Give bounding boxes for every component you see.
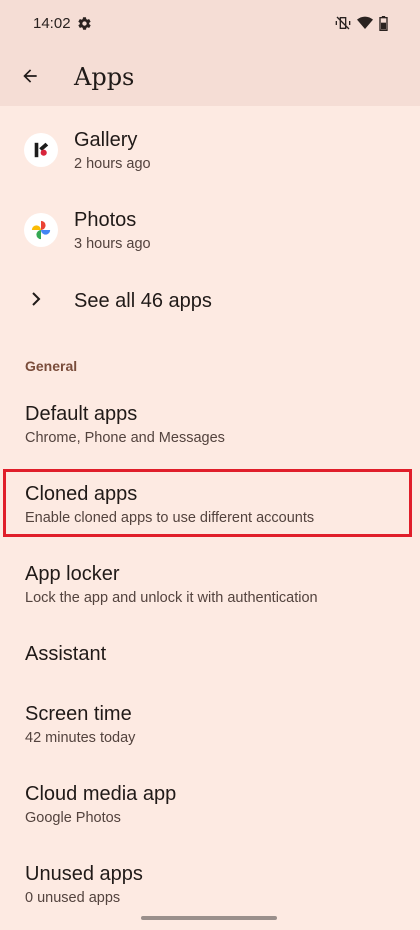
item-subtitle: Chrome, Phone and Messages (25, 430, 225, 446)
wifi-icon (357, 16, 373, 30)
app-bar: Apps (0, 48, 420, 106)
item-title: Screen time (25, 703, 132, 725)
status-time: 14:02 (33, 15, 71, 32)
item-title: App locker (25, 563, 120, 585)
app-name: Gallery (74, 129, 138, 151)
see-all-apps[interactable]: See all 46 apps (0, 278, 420, 324)
battery-icon (379, 15, 388, 31)
highlight-box (3, 469, 412, 537)
see-all-label: See all 46 apps (74, 290, 212, 312)
arrow-back-icon (23, 69, 37, 83)
app-name: Photos (74, 209, 137, 231)
item-title: Cloud media app (25, 783, 177, 805)
status-bar: 14:02 (0, 0, 420, 48)
recent-app-photos[interactable]: Photos 3 hours ago (0, 200, 420, 262)
unused-apps-item[interactable]: Unused apps 0 unused apps (0, 852, 420, 918)
item-subtitle: 42 minutes today (25, 730, 136, 746)
item-subtitle: Lock the app and unlock it with authenti… (25, 590, 318, 606)
chevron-right-icon (30, 291, 42, 312)
page-title: Apps (74, 63, 135, 91)
gallery-icon (24, 133, 58, 167)
recent-app-gallery[interactable]: Gallery 2 hours ago (0, 120, 420, 182)
app-last-used: 3 hours ago (74, 236, 151, 252)
app-last-used: 2 hours ago (74, 156, 151, 172)
vibrate-off-icon (335, 15, 351, 31)
section-header-general: General (25, 358, 78, 374)
item-subtitle: Google Photos (25, 810, 121, 826)
google-photos-icon (24, 213, 58, 247)
home-indicator[interactable] (141, 916, 277, 920)
item-title: Assistant (25, 643, 107, 665)
cloud-media-app-item[interactable]: Cloud media app Google Photos (0, 772, 420, 844)
gear-icon (77, 16, 92, 31)
item-title: Default apps (25, 403, 138, 425)
screen-time-item[interactable]: Screen time 42 minutes today (0, 692, 420, 764)
app-locker-item[interactable]: App locker Lock the app and unlock it wi… (0, 552, 420, 624)
assistant-item[interactable]: Assistant (0, 632, 420, 688)
item-title: Unused apps (25, 863, 143, 885)
back-button[interactable] (14, 60, 46, 92)
status-icons (335, 15, 388, 31)
default-apps-item[interactable]: Default apps Chrome, Phone and Messages (0, 392, 420, 464)
item-subtitle: 0 unused apps (25, 890, 121, 906)
